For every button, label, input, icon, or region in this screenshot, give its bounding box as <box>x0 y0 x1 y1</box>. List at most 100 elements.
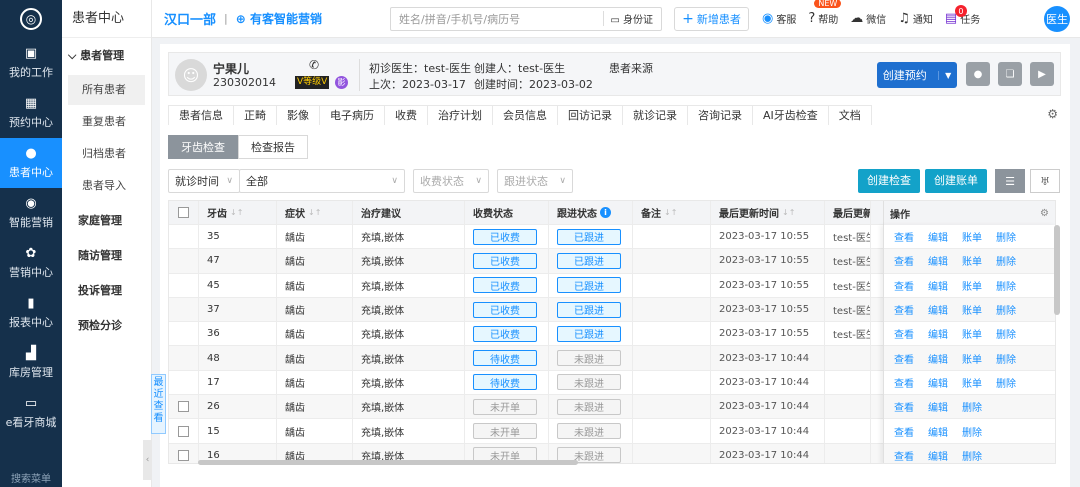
select-all-checkbox[interactable] <box>169 201 199 224</box>
op-link[interactable]: 查看 <box>894 302 914 317</box>
row-checkbox[interactable] <box>169 225 199 249</box>
user-avatar[interactable]: 医生 <box>1044 5 1070 32</box>
create-appointment-button[interactable]: 创建预约 ▼ <box>877 62 957 88</box>
rail-item-2[interactable]: ● 患者中心 <box>0 138 62 188</box>
org-switcher[interactable]: 汉口一部 <box>164 9 216 28</box>
create-bill-button[interactable]: 创建账单 <box>925 169 987 193</box>
sub-item-import[interactable]: 患者导入 <box>68 171 145 201</box>
col-tooth[interactable]: 牙齿 ↓↑ <box>199 201 277 224</box>
op-link[interactable]: 账单 <box>962 302 982 317</box>
op-link[interactable]: 删除 <box>996 351 1016 366</box>
collapse-sidebar-icon[interactable]: ‹ <box>143 440 152 480</box>
op-link[interactable]: 编辑 <box>928 326 948 341</box>
brand-link[interactable]: ⊕ 有客智能营销 <box>236 10 322 27</box>
op-link[interactable]: 编辑 <box>928 278 948 293</box>
col-symptom[interactable]: 症状 ↓↑ <box>277 201 353 224</box>
op-link[interactable]: 删除 <box>996 253 1016 268</box>
create-exam-button[interactable]: 创建检查 <box>858 169 920 193</box>
op-link[interactable]: 账单 <box>962 351 982 366</box>
op-link[interactable]: 查看 <box>894 448 914 463</box>
copy-icon[interactable]: ❏ <box>998 62 1022 86</box>
tasks-button[interactable]: 0 ▤ 任务 <box>945 5 980 26</box>
new-patient-button[interactable]: + 新增患者 <box>674 6 749 31</box>
rail-item-3[interactable]: ◉ 智能营销 <box>0 188 62 238</box>
follow-status-select[interactable]: 跟进状态 ∨ <box>497 169 573 193</box>
tab-5[interactable]: 治疗计划 <box>427 105 493 125</box>
id-card-button[interactable]: ▭ 身份证 <box>603 11 653 26</box>
op-link[interactable]: 账单 <box>962 326 982 341</box>
help-button[interactable]: NEW? 帮助 <box>808 0 842 26</box>
list-view-icon[interactable]: ☰ <box>995 169 1025 193</box>
menu-search[interactable]: 搜索菜单 <box>0 467 62 487</box>
charge-status-select[interactable]: 收费状态 ∨ <box>413 169 489 193</box>
tab-9[interactable]: 咨询记录 <box>687 105 753 125</box>
tab-exam-report[interactable]: 检查报告 <box>238 135 308 159</box>
rail-item-6[interactable]: ▟ 库房管理 <box>0 338 62 388</box>
op-link[interactable]: 编辑 <box>928 448 948 463</box>
op-link[interactable]: 编辑 <box>928 253 948 268</box>
service-button[interactable]: ◉ 客服 <box>762 11 796 26</box>
tab-11[interactable]: 文档 <box>827 105 872 125</box>
op-link[interactable]: 删除 <box>962 399 982 414</box>
col-last-update-time[interactable]: 最后更新时间 ↓↑ <box>711 201 825 224</box>
caret-down-icon[interactable]: ▼ <box>938 70 951 80</box>
op-link[interactable]: 查看 <box>894 278 914 293</box>
col-note[interactable]: 备注 ↓↑ <box>633 201 711 224</box>
tab-2[interactable]: 影像 <box>276 105 320 125</box>
op-link[interactable]: 删除 <box>996 375 1016 390</box>
row-checkbox[interactable] <box>169 443 199 463</box>
horizontal-scrollbar[interactable] <box>198 460 578 465</box>
op-link[interactable]: 删除 <box>996 229 1016 244</box>
group-family[interactable]: 家庭管理 <box>62 203 151 238</box>
op-link[interactable]: 查看 <box>894 253 914 268</box>
op-link[interactable]: 编辑 <box>928 399 948 414</box>
op-link[interactable]: 编辑 <box>928 424 948 439</box>
op-link[interactable]: 账单 <box>962 253 982 268</box>
row-checkbox[interactable] <box>169 346 199 370</box>
op-link[interactable]: 编辑 <box>928 302 948 317</box>
op-link[interactable]: 编辑 <box>928 375 948 390</box>
tab-tooth-exam[interactable]: 牙齿检查 <box>168 135 238 159</box>
tab-7[interactable]: 回访记录 <box>557 105 623 125</box>
op-link[interactable]: 编辑 <box>928 351 948 366</box>
op-link[interactable]: 查看 <box>894 375 914 390</box>
row-checkbox[interactable] <box>169 297 199 322</box>
group-followup[interactable]: 随访管理 <box>62 238 151 273</box>
play-icon[interactable]: ▶ <box>1030 62 1054 86</box>
op-link[interactable]: 账单 <box>962 229 982 244</box>
row-checkbox[interactable] <box>169 395 199 419</box>
tab-1[interactable]: 正畸 <box>233 105 277 125</box>
rail-item-4[interactable]: ✿ 营销中心 <box>0 238 62 288</box>
visit-time-select[interactable]: 就诊时间 ∨ <box>168 169 240 193</box>
group-complaint[interactable]: 投诉管理 <box>62 273 151 308</box>
op-link[interactable]: 查看 <box>894 326 914 341</box>
group-triage[interactable]: 预检分诊 <box>62 308 151 343</box>
op-link[interactable]: 编辑 <box>928 229 948 244</box>
tab-4[interactable]: 收费 <box>384 105 428 125</box>
op-link[interactable]: 删除 <box>996 302 1016 317</box>
tab-8[interactable]: 就诊记录 <box>622 105 688 125</box>
op-link[interactable]: 删除 <box>962 424 982 439</box>
row-checkbox[interactable] <box>169 249 199 273</box>
op-link[interactable]: 查看 <box>894 424 914 439</box>
vertical-scrollbar[interactable] <box>1054 225 1060 315</box>
tab-0[interactable]: 患者信息 <box>168 105 234 125</box>
sub-item-archived[interactable]: 归档患者 <box>68 139 145 169</box>
rail-item-0[interactable]: ▣ 我的工作 <box>0 38 62 88</box>
notify-button[interactable]: ♫ 通知 <box>898 11 933 26</box>
chat-icon[interactable]: ● <box>966 62 990 86</box>
gear-icon[interactable]: ⚙ <box>1040 208 1049 219</box>
op-link[interactable]: 账单 <box>962 278 982 293</box>
op-link[interactable]: 查看 <box>894 351 914 366</box>
recent-viewed-tab[interactable]: 最近查看 <box>151 374 166 434</box>
rail-item-7[interactable]: ▭ e看牙商城 <box>0 388 62 438</box>
rail-item-1[interactable]: ▦ 预约中心 <box>0 88 62 138</box>
info-icon[interactable]: i <box>600 207 611 218</box>
op-link[interactable]: 账单 <box>962 375 982 390</box>
phone-icon[interactable]: ✆ <box>309 58 319 72</box>
patient-search-input[interactable]: 姓名/拼音/手机号/病历号 ▭ 身份证 <box>390 6 662 31</box>
row-checkbox[interactable] <box>169 273 199 297</box>
sub-item-duplicate[interactable]: 重复患者 <box>68 107 145 137</box>
op-link[interactable]: 查看 <box>894 229 914 244</box>
row-checkbox[interactable] <box>169 419 199 443</box>
